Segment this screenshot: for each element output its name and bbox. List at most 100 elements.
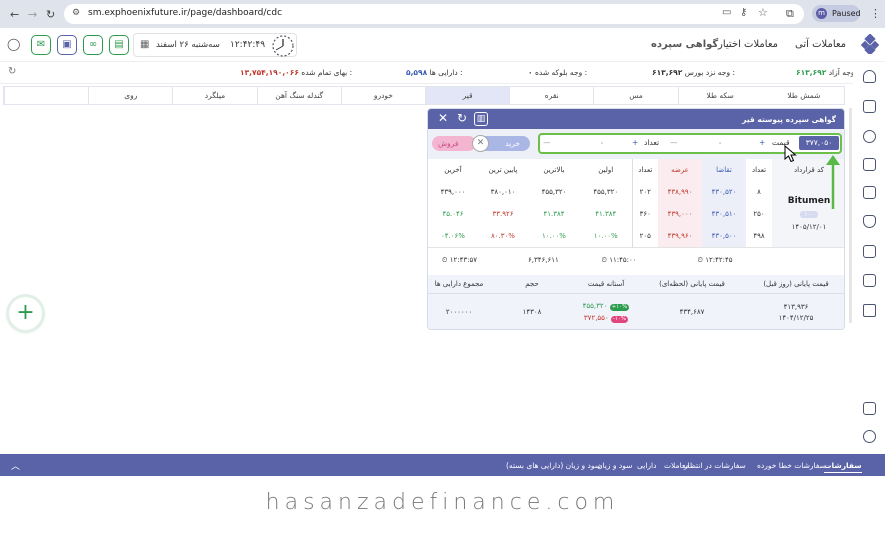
- panel-title-bar: گواهی سپرده پیوسته قیر ▥ ↻ ✕: [428, 109, 844, 129]
- value-field[interactable]: ۰: [588, 136, 616, 150]
- tab-gold-bar[interactable]: شمش طلا: [762, 87, 846, 104]
- tab-zinc[interactable]: روی: [88, 87, 172, 104]
- sell-button[interactable]: فروش: [432, 136, 476, 151]
- tab-silver[interactable]: نقره: [509, 87, 593, 104]
- bid-price[interactable]: ۴۳۰,۵۰۰: [702, 225, 746, 247]
- password-key-icon[interactable]: ⚷: [740, 7, 747, 18]
- clear-order-icon[interactable]: ✕: [472, 135, 489, 152]
- ask-count: ۲۰۲: [631, 181, 658, 203]
- profile-button[interactable]: m Paused: [812, 5, 861, 22]
- qty-input[interactable]: ۰: [700, 136, 740, 150]
- profile-status: Paused: [832, 9, 861, 18]
- cash-icon[interactable]: ▤: [109, 35, 129, 55]
- tab-options[interactable]: معاملات اختیار: [718, 39, 778, 50]
- upper-pct-badge: +۱۰%: [609, 303, 630, 311]
- address-bar[interactable]: ⚙ sm.exphoenixfuture.ir/page/dashboard/c…: [64, 4, 804, 24]
- symbol-badge: ۱۰۰: [800, 211, 818, 219]
- refresh-icon[interactable]: ↻: [8, 66, 16, 77]
- user-icon[interactable]: ◯: [7, 37, 20, 51]
- link-icon[interactable]: ∞: [83, 35, 103, 55]
- broker-cash: ۶۱۳,۶۹۲ وجه نزد بورس :: [652, 68, 735, 77]
- tab-empty[interactable]: [4, 87, 88, 104]
- shield-icon[interactable]: [863, 215, 876, 228]
- chevron-up-icon[interactable]: ︿: [11, 459, 20, 472]
- threshold-cell: ۴۵۵,۳۲۰ +۱۰% ۳۷۲,۵۵۰ -۱۰%: [574, 293, 638, 329]
- tab-rebar[interactable]: میلگرد: [172, 87, 256, 104]
- col-low: پایین ترین: [488, 166, 518, 174]
- watermark: hasanzadefinance.com: [265, 490, 620, 515]
- tab-trades[interactable]: معاملات: [664, 461, 689, 470]
- scrollbar[interactable]: [849, 108, 852, 323]
- cast-icon[interactable]: ▭: [722, 7, 731, 18]
- tab-failed-orders[interactable]: سفارشات خطا خورده: [757, 461, 826, 470]
- clock-widget: ▦ سه‌شنبه ۲۶ اسفند ۱۲:۴۲:۴۹: [133, 33, 297, 57]
- first-price: ۴۵۵,۳۲۰: [593, 188, 619, 196]
- settings-gear-icon[interactable]: [863, 430, 876, 443]
- high-pct: ۱۰.۰۰%: [542, 231, 566, 240]
- checklist-icon[interactable]: [863, 274, 876, 287]
- last-value: ۴۵.۰۴۶: [442, 210, 464, 218]
- ask-count: ۲۰۵: [631, 225, 658, 247]
- extensions-icon[interactable]: ⧉: [786, 7, 794, 21]
- panel-title: گواهی سپرده پیوسته قیر: [742, 115, 836, 124]
- tab-deposit-certificate[interactable]: گواهی سپرده: [651, 39, 718, 50]
- bookmark-star-icon[interactable]: ☆: [758, 6, 768, 19]
- tab-pending-orders[interactable]: سفارشات در انتظار: [684, 461, 746, 470]
- tab-car[interactable]: خودرو: [340, 87, 425, 104]
- high-price: ۴۵۵,۳۲۰: [541, 188, 567, 196]
- chart-toggle-icon[interactable]: ▥: [474, 112, 488, 126]
- upper-threshold: ۴۵۵,۳۲۰: [582, 301, 608, 310]
- cloud-icon[interactable]: [863, 70, 876, 83]
- tab-assets[interactable]: دارایی: [637, 461, 656, 470]
- app-header: ◯ ✉ ▣ ∞ ▤ ▦ سه‌شنبه ۲۶ اسفند ۱۲:۴۲:۴۹ گو…: [0, 28, 885, 62]
- prev-close-value: ۴۱۳,۹۳۶: [783, 302, 809, 311]
- site-info-icon[interactable]: ⚙: [72, 8, 80, 18]
- wallet-icon[interactable]: [863, 100, 876, 113]
- clipboard-icon[interactable]: [863, 245, 876, 258]
- inbox-icon[interactable]: ✉: [31, 35, 51, 55]
- tab-orders[interactable]: سفارشات: [824, 461, 862, 473]
- refresh-panel-icon[interactable]: ↻: [455, 112, 469, 126]
- price-input[interactable]: ۳۷۷,۰۵۰: [799, 136, 839, 150]
- gamepad-icon[interactable]: ▣: [57, 35, 77, 55]
- browser-menu-icon[interactable]: ⋮: [870, 7, 881, 20]
- tab-gold-coin[interactable]: سکه طلا: [677, 87, 762, 104]
- value-minus-icon[interactable]: —: [543, 136, 551, 150]
- profile-icon[interactable]: [863, 130, 876, 143]
- price-plus-icon[interactable]: +: [759, 136, 765, 150]
- tab-profit-loss[interactable]: سود و زیان: [597, 461, 632, 470]
- col-first: اولین: [598, 166, 614, 174]
- tab-bitumen[interactable]: قیر: [425, 87, 510, 104]
- chart-icon[interactable]: [863, 158, 876, 171]
- reload-icon[interactable]: ↻: [46, 8, 55, 21]
- ask-price[interactable]: ۴۳۸,۹۹۰: [658, 181, 702, 203]
- tab-copper[interactable]: مس: [593, 87, 677, 104]
- commodity-tabs: شمش طلا سکه طلا مس نقره قیر خودرو گندله …: [3, 86, 845, 105]
- ask-price[interactable]: ۴۳۹,۰۰۰: [658, 203, 702, 225]
- qty-minus-icon[interactable]: —: [670, 136, 678, 150]
- browser-toolbar: ← → ↻ ⚙ sm.exphoenixfuture.ir/page/dashb…: [0, 0, 885, 28]
- add-button[interactable]: +: [9, 297, 42, 330]
- back-icon[interactable]: ←: [10, 8, 19, 21]
- url-text[interactable]: sm.exphoenixfuture.ir/page/dashboard/cdc: [88, 8, 282, 18]
- tab-closed-profit-loss[interactable]: سود و زیان (دارایی های بسته): [506, 461, 601, 470]
- low-value: ۳۳.۹۲۶: [492, 210, 514, 218]
- mouse-cursor-icon: [784, 145, 797, 163]
- chat-icon[interactable]: [863, 402, 876, 415]
- forward-icon[interactable]: →: [28, 8, 37, 21]
- ask-price[interactable]: ۴۳۹,۹۶۰: [658, 225, 702, 247]
- stats-table: مجموع دارایی ها حجم آستانه قیمت قیمت پای…: [428, 275, 844, 329]
- bank-icon[interactable]: [863, 304, 876, 317]
- qty-label: تعداد: [644, 138, 660, 147]
- blocked-cash: ۰ وجه بلوکه شده :: [528, 68, 588, 77]
- total-cost: ۱۳,۷۵۴,۱۹۰,۰۶۶ بهای تمام شده :: [240, 68, 353, 77]
- tab-iron-pellet[interactable]: گندله سنگ آهن: [256, 87, 341, 104]
- calendar-icon: ▦: [140, 39, 150, 50]
- close-panel-icon[interactable]: ✕: [436, 112, 450, 126]
- col-bid-count: تعداد: [751, 166, 767, 174]
- calculator-icon[interactable]: [863, 186, 876, 199]
- tab-futures[interactable]: معاملات آتی: [795, 39, 846, 50]
- bid-price[interactable]: ۴۳۰,۵۲۰: [702, 181, 746, 203]
- qty-plus-icon[interactable]: +: [632, 136, 638, 150]
- bid-price[interactable]: ۴۳۰,۵۱۰: [702, 203, 746, 225]
